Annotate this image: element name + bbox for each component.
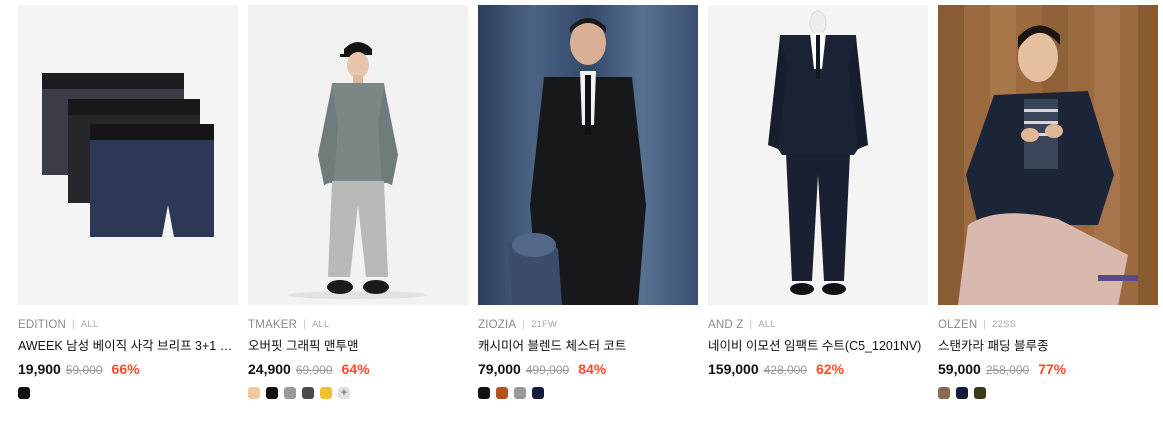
product-grid: EDITION | ALL AWEEK 남성 베이직 사각 브리프 3+1 PA… [18,5,1158,399]
product-image-sweatshirt[interactable] [248,5,468,305]
color-swatch[interactable] [956,387,968,399]
brand-line: EDITION | ALL [18,318,238,332]
sale-price: 79,000 [478,361,521,377]
product-title[interactable]: 캐시미어 블렌드 체스터 코트 [478,338,698,354]
original-price: 428,000 [763,363,807,377]
sale-price: 159,000 [708,361,759,377]
discount-rate: 62% [816,361,845,377]
separator: | [983,319,987,330]
season-label: ALL [80,319,99,330]
price-line: 159,000 428,000 62% [708,361,928,378]
brand-name[interactable]: ZIOZIA [478,318,516,332]
separator: | [72,319,75,330]
product-card[interactable]: ZIOZIA | 21FW 캐시미어 블렌드 체스터 코트 79,000 499… [478,5,698,399]
color-swatch[interactable] [248,387,260,399]
product-image-boxer-briefs[interactable] [18,5,238,305]
color-swatch[interactable] [496,387,508,399]
color-swatches [708,387,928,399]
sale-price: 24,900 [248,361,291,377]
more-colors-button[interactable]: + [338,387,350,399]
product-card[interactable]: EDITION | ALL AWEEK 남성 베이직 사각 브리프 3+1 PA… [18,5,238,399]
separator: | [522,319,526,330]
color-swatch[interactable] [514,387,526,399]
separator: | [749,319,753,330]
product-title[interactable]: 스탠카라 패딩 블루종 [938,338,1158,354]
product-image-padded-blouson[interactable] [938,5,1158,305]
discount-rate: 66% [111,361,140,377]
color-swatches [18,387,238,399]
boxer-briefs-image [18,5,238,305]
color-swatch[interactable] [284,387,296,399]
padded-blouson-model-image [938,5,1158,305]
discount-rate: 64% [341,361,370,377]
color-swatch[interactable] [938,387,950,399]
brand-line: OLZEN | 22SS [938,318,1158,332]
product-card[interactable]: TMAKER | ALL 오버핏 그래픽 맨투맨 24,900 69,900 6… [248,5,468,399]
season-label: 21FW [531,319,558,330]
color-swatch[interactable] [302,387,314,399]
brand-name[interactable]: OLZEN [938,318,977,332]
original-price: 69,900 [295,363,333,377]
color-swatch[interactable] [320,387,332,399]
sweatshirt-model-image [248,5,468,305]
price-line: 79,000 499,000 84% [478,361,698,378]
brand-name[interactable]: EDITION [18,318,66,332]
price-line: 19,900 59,000 66% [18,361,238,378]
season-label: 22SS [992,319,1017,330]
brand-line: AND Z | ALL [708,318,928,332]
color-swatch[interactable] [266,387,278,399]
original-price: 59,000 [65,363,103,377]
sale-price: 19,900 [18,361,61,377]
color-swatch[interactable] [18,387,30,399]
brand-name[interactable]: AND Z [708,318,744,332]
original-price: 499,000 [525,363,570,377]
product-card[interactable]: AND Z | ALL 네이비 이모션 임팩트 수트(C5_1201NV) 15… [708,5,928,399]
product-image-navy-suit[interactable] [708,5,928,305]
season-label: ALL [758,319,776,330]
product-title[interactable]: 네이비 이모션 임팩트 수트(C5_1201NV) [708,338,928,354]
color-swatches [938,387,1158,399]
discount-rate: 77% [1038,361,1067,377]
price-line: 24,900 69,900 64% [248,361,468,378]
product-image-chester-coat[interactable] [478,5,698,305]
color-swatch[interactable] [974,387,986,399]
color-swatches: + [248,387,468,399]
discount-rate: 84% [578,361,607,377]
brand-name[interactable]: TMAKER [248,318,297,332]
price-line: 59,000 258,000 77% [938,361,1158,378]
product-title[interactable]: 오버핏 그래픽 맨투맨 [248,338,468,354]
color-swatch[interactable] [478,387,490,399]
original-price: 258,000 [985,363,1030,377]
sale-price: 59,000 [938,361,981,377]
navy-suit-mannequin-image [708,5,928,305]
product-card[interactable]: OLZEN | 22SS 스탠카라 패딩 블루종 59,000 258,000 … [938,5,1158,399]
brand-line: TMAKER | ALL [248,318,468,332]
chester-coat-model-image [478,5,698,305]
color-swatches [478,387,698,399]
product-title[interactable]: AWEEK 남성 베이직 사각 브리프 3+1 PA... [18,338,238,354]
separator: | [303,319,306,330]
color-swatch[interactable] [532,387,544,399]
brand-line: ZIOZIA | 21FW [478,318,698,332]
season-label: ALL [311,319,330,330]
